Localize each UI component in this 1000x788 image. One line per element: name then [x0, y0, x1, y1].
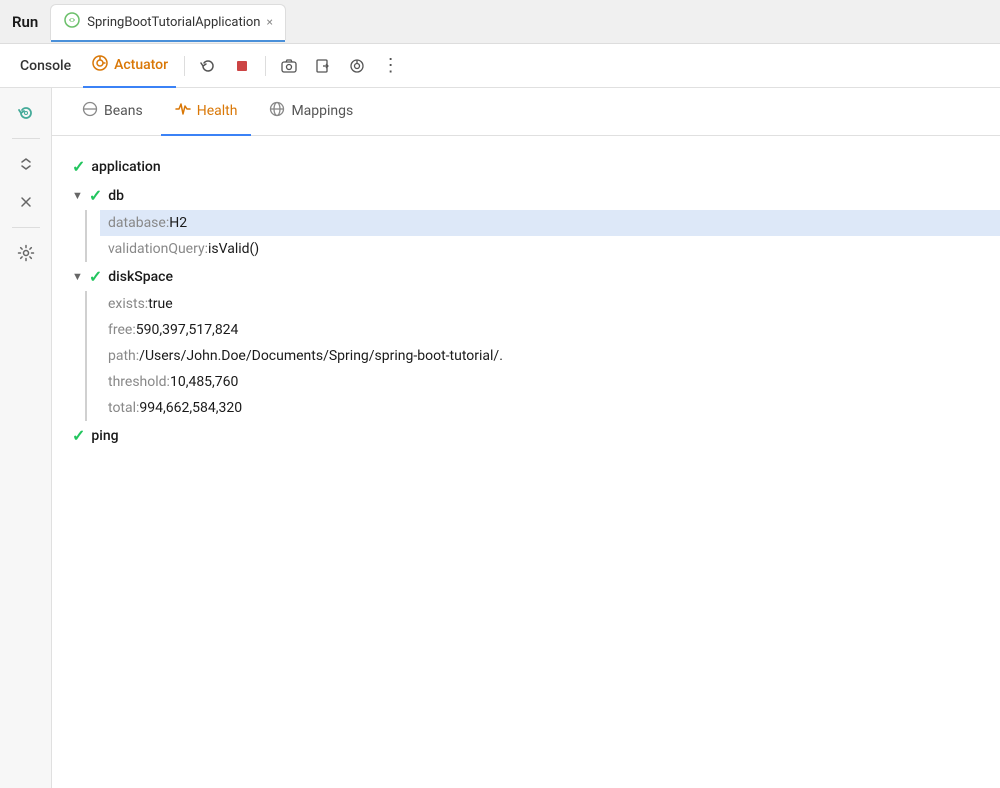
- more-button[interactable]: ⋮: [376, 51, 406, 81]
- sub-tabs: Beans Health Mappings: [52, 88, 1000, 136]
- expand-button[interactable]: [9, 147, 43, 181]
- beans-tab-label: Beans: [104, 103, 143, 119]
- diskspace-left-gutter: [52, 291, 100, 421]
- spring-app-icon: [63, 11, 81, 33]
- application-row[interactable]: ✓ application: [52, 152, 1000, 181]
- diskspace-status-icon: ✓: [89, 267, 102, 286]
- more-dots-icon: ⋮: [382, 55, 401, 76]
- mappings-tab-icon: [269, 101, 285, 121]
- db-name: db: [108, 188, 124, 204]
- beans-tab-icon: [82, 101, 98, 121]
- stop-icon: [235, 59, 249, 73]
- db-collapse-icon: ▼: [72, 189, 83, 202]
- ping-status-icon: ✓: [72, 426, 85, 445]
- restart-button[interactable]: [193, 51, 223, 81]
- refresh-button[interactable]: [9, 96, 43, 130]
- application-status-icon: ✓: [72, 157, 85, 176]
- collapse-button[interactable]: [9, 185, 43, 219]
- export-button[interactable]: [308, 51, 338, 81]
- console-tab[interactable]: Console: [12, 58, 79, 74]
- ping-name: ping: [91, 428, 118, 444]
- db-properties: database: H2 validationQuery: isValid(): [100, 210, 1000, 262]
- export-icon: [315, 58, 331, 74]
- camera-button[interactable]: [274, 51, 304, 81]
- settings-button[interactable]: [9, 236, 43, 270]
- refresh-icon: [17, 104, 35, 122]
- stop-button[interactable]: [227, 51, 257, 81]
- diskspace-threshold-key: threshold:: [108, 374, 170, 390]
- sidebar-divider-2: [12, 227, 40, 228]
- diskspace-group: ▼ ✓ diskSpace exists: true free:: [52, 262, 1000, 421]
- diskspace-threshold-value: 10,485,760: [170, 374, 238, 390]
- run-label: Run: [12, 13, 38, 31]
- sidebar-divider-1: [12, 138, 40, 139]
- toolbar: Console Actuator: [0, 44, 1000, 88]
- diskspace-free-value: 590,397,517,824: [136, 322, 239, 338]
- camera-icon: [281, 58, 297, 74]
- left-sidebar: [0, 88, 52, 788]
- diskspace-total-value: 994,662,584,320: [139, 400, 242, 416]
- diskspace-exists-row[interactable]: exists: true: [100, 291, 1000, 317]
- db-validationquery-row[interactable]: validationQuery: isValid(): [100, 236, 1000, 262]
- db-validationquery-value: isValid(): [208, 241, 259, 257]
- diskspace-free-row[interactable]: free: 590,397,517,824: [100, 317, 1000, 343]
- application-name: application: [91, 159, 160, 175]
- wrap-button[interactable]: [342, 51, 372, 81]
- ping-row[interactable]: ✓ ping: [52, 421, 1000, 450]
- diskspace-exists-key: exists:: [108, 296, 148, 312]
- health-tab-icon: [175, 101, 191, 121]
- collapse-icon: [17, 193, 35, 211]
- settings-icon: [17, 244, 35, 262]
- diskspace-connector-line: [85, 291, 87, 421]
- health-tab-label: Health: [197, 103, 238, 119]
- mappings-tab-label: Mappings: [291, 103, 353, 119]
- db-validationquery-key: validationQuery:: [108, 241, 208, 257]
- health-tab[interactable]: Health: [161, 88, 252, 136]
- wrap-icon: [349, 58, 365, 74]
- app-tab[interactable]: SpringBootTutorialApplication ×: [50, 4, 286, 40]
- diskspace-path-key: path:: [108, 348, 139, 364]
- db-database-key: database:: [108, 215, 169, 231]
- db-left-gutter: [52, 210, 100, 262]
- content-area: Beans Health Mappings: [52, 88, 1000, 788]
- toolbar-divider-2: [265, 56, 266, 76]
- diskspace-exists-value: true: [148, 296, 172, 312]
- diskspace-name: diskSpace: [108, 269, 173, 285]
- title-bar: Run SpringBootTutorialApplication ×: [0, 0, 1000, 44]
- diskspace-free-key: free:: [108, 322, 136, 338]
- actuator-icon: [91, 54, 109, 76]
- db-database-value: H2: [169, 215, 187, 231]
- diskspace-total-row[interactable]: total: 994,662,584,320: [100, 395, 1000, 421]
- db-children: database: H2 validationQuery: isValid(): [52, 210, 1000, 262]
- diskspace-collapse-icon: ▼: [72, 270, 83, 283]
- app-tab-label: SpringBootTutorialApplication: [87, 15, 260, 30]
- restart-icon: [200, 58, 216, 74]
- actuator-tab-label: Actuator: [114, 57, 168, 73]
- main-layout: Beans Health Mappings: [0, 88, 1000, 788]
- health-content: ✓ application ▼ ✓ db database:: [52, 136, 1000, 788]
- beans-tab[interactable]: Beans: [68, 88, 157, 136]
- db-database-row[interactable]: database: H2: [100, 210, 1000, 236]
- db-connector-line: [85, 210, 87, 262]
- db-status-icon: ✓: [89, 186, 102, 205]
- diskspace-properties: exists: true free: 590,397,517,824 path:…: [100, 291, 1000, 421]
- diskspace-path-row[interactable]: path: /Users/John.Doe/Documents/Spring/s…: [100, 343, 1000, 369]
- db-row[interactable]: ▼ ✓ db: [52, 181, 1000, 210]
- db-group: ▼ ✓ db database: H2 validationQuer: [52, 181, 1000, 262]
- diskspace-threshold-row[interactable]: threshold: 10,485,760: [100, 369, 1000, 395]
- actuator-tab[interactable]: Actuator: [83, 44, 176, 88]
- diskspace-children: exists: true free: 590,397,517,824 path:…: [52, 291, 1000, 421]
- mappings-tab[interactable]: Mappings: [255, 88, 367, 136]
- toolbar-divider-1: [184, 56, 185, 76]
- diskspace-path-value: /Users/John.Doe/Documents/Spring/spring-…: [139, 348, 503, 364]
- expand-icon: [17, 155, 35, 173]
- diskspace-row[interactable]: ▼ ✓ diskSpace: [52, 262, 1000, 291]
- diskspace-total-key: total:: [108, 400, 139, 416]
- app-tab-close[interactable]: ×: [266, 15, 272, 29]
